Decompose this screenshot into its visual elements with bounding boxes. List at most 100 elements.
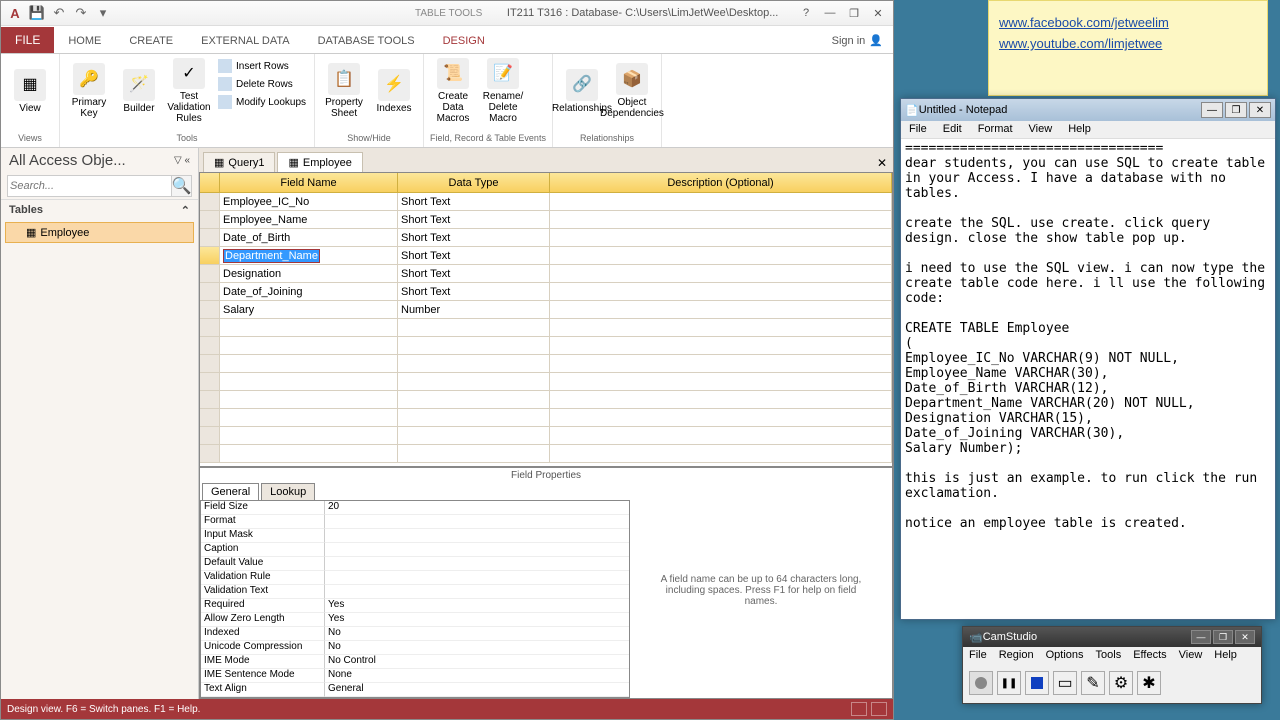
row-selector[interactable] <box>200 193 220 210</box>
create-tab[interactable]: CREATE <box>115 29 187 53</box>
design-tab[interactable]: DESIGN <box>429 29 499 53</box>
field-name-cell[interactable] <box>220 445 398 462</box>
notepad-maximize[interactable]: ❐ <box>1225 102 1247 118</box>
row-selector[interactable] <box>200 391 220 408</box>
property-row[interactable]: Validation Text <box>201 585 629 599</box>
property-row[interactable]: RequiredYes <box>201 599 629 613</box>
description-cell[interactable] <box>550 409 892 426</box>
search-button[interactable]: 🔍 <box>172 175 192 197</box>
youtube-link[interactable]: www.youtube.com/limjetwee <box>999 36 1257 51</box>
cs-region-menu[interactable]: Region <box>993 647 1040 665</box>
property-value[interactable] <box>325 585 629 599</box>
query1-tab[interactable]: ▦Query1 <box>203 152 275 172</box>
swf-button[interactable]: ✱ <box>1137 671 1161 695</box>
datasheet-view-icon[interactable] <box>851 702 867 716</box>
property-row[interactable]: IndexedNo <box>201 627 629 641</box>
rename-delete-macro-button[interactable]: 📝Rename/ Delete Macro <box>480 58 526 124</box>
notepad-title-bar[interactable]: 📄 Untitled - Notepad — ❐ ✕ <box>901 99 1275 121</box>
delete-rows-button[interactable]: Delete Rows <box>216 76 308 92</box>
relationships-button[interactable]: 🔗Relationships <box>559 58 605 124</box>
property-value[interactable] <box>325 571 629 585</box>
cs-close[interactable]: ✕ <box>1235 630 1255 644</box>
property-value[interactable]: None <box>325 669 629 683</box>
property-row[interactable]: IME ModeNo Control <box>201 655 629 669</box>
pause-button[interactable] <box>997 671 1021 695</box>
camstudio-title-bar[interactable]: 📹 CamStudio — ❐ ✕ <box>963 627 1261 647</box>
row-selector[interactable] <box>200 211 220 228</box>
property-row[interactable]: IME Sentence ModeNone <box>201 669 629 683</box>
design-view-icon[interactable] <box>871 702 887 716</box>
field-name-cell[interactable] <box>220 409 398 426</box>
toggle-view-button[interactable]: ▭ <box>1053 671 1077 695</box>
data-type-cell[interactable]: Short Text <box>398 283 550 300</box>
description-cell[interactable] <box>550 319 892 336</box>
property-value[interactable]: Yes <box>325 613 629 627</box>
row-selector[interactable] <box>200 445 220 462</box>
table-row[interactable] <box>200 337 892 355</box>
field-name-cell[interactable] <box>220 319 398 336</box>
row-selector[interactable] <box>200 265 220 282</box>
table-row[interactable]: Date_of_Birth Short Text <box>200 229 892 247</box>
field-name-cell[interactable]: Salary <box>220 301 398 318</box>
data-type-header[interactable]: Data Type <box>398 173 550 192</box>
property-value[interactable] <box>325 557 629 571</box>
property-value[interactable]: No <box>325 627 629 641</box>
table-row[interactable] <box>200 409 892 427</box>
file-tab[interactable]: FILE <box>1 27 54 53</box>
field-name-cell[interactable]: Date_of_Birth <box>220 229 398 246</box>
insert-rows-button[interactable]: Insert Rows <box>216 58 308 74</box>
row-selector[interactable] <box>200 319 220 336</box>
description-header[interactable]: Description (Optional) <box>550 173 892 192</box>
property-row[interactable]: Text AlignGeneral <box>201 683 629 697</box>
property-row[interactable]: Validation Rule <box>201 571 629 585</box>
cs-help-menu[interactable]: Help <box>1208 647 1243 665</box>
close-tab-button[interactable]: ✕ <box>871 154 893 172</box>
notepad-text-area[interactable]: ================================= dear s… <box>901 139 1275 619</box>
field-name-cell[interactable] <box>220 427 398 444</box>
data-type-cell[interactable]: Short Text <box>398 247 550 264</box>
description-cell[interactable] <box>550 427 892 444</box>
database-tools-tab[interactable]: DATABASE TOOLS <box>304 29 429 53</box>
property-value[interactable]: Yes <box>325 599 629 613</box>
field-name-cell[interactable]: Date_of_Joining <box>220 283 398 300</box>
row-selector[interactable] <box>200 229 220 246</box>
data-type-cell[interactable] <box>398 427 550 444</box>
undo-button[interactable]: ↶ <box>49 3 69 23</box>
data-type-cell[interactable]: Short Text <box>398 211 550 228</box>
search-input[interactable] <box>7 175 172 197</box>
data-type-cell[interactable] <box>398 337 550 354</box>
cs-minimize[interactable]: — <box>1191 630 1211 644</box>
row-selector[interactable] <box>200 409 220 426</box>
field-name-cell[interactable]: Designation <box>220 265 398 282</box>
object-dependencies-button[interactable]: 📦Object Dependencies <box>609 58 655 124</box>
primary-key-button[interactable]: 🔑Primary Key <box>66 58 112 124</box>
field-name-cell[interactable] <box>220 355 398 372</box>
property-row[interactable]: Caption <box>201 543 629 557</box>
annotations-button[interactable]: ✎ <box>1081 671 1105 695</box>
row-selector[interactable] <box>200 355 220 372</box>
cs-file-menu[interactable]: File <box>963 647 993 665</box>
description-cell[interactable] <box>550 355 892 372</box>
create-data-macros-button[interactable]: 📜Create Data Macros <box>430 58 476 124</box>
save-button[interactable]: 💾 <box>27 3 47 23</box>
field-name-cell[interactable] <box>220 373 398 390</box>
settings-button[interactable]: ⚙ <box>1109 671 1133 695</box>
row-selector[interactable] <box>200 247 220 264</box>
description-cell[interactable] <box>550 301 892 318</box>
table-row[interactable]: Salary Number <box>200 301 892 319</box>
row-selector[interactable] <box>200 373 220 390</box>
row-selector[interactable] <box>200 301 220 318</box>
property-sheet-button[interactable]: 📋Property Sheet <box>321 58 367 124</box>
indexes-button[interactable]: ⚡Indexes <box>371 58 417 124</box>
cs-effects-menu[interactable]: Effects <box>1127 647 1172 665</box>
field-name-cell[interactable]: Department_Name <box>220 247 398 264</box>
table-row[interactable]: Designation Short Text <box>200 265 892 283</box>
row-selector[interactable] <box>200 337 220 354</box>
np-format-menu[interactable]: Format <box>970 121 1021 138</box>
general-tab[interactable]: General <box>202 483 259 500</box>
minimize-button[interactable]: — <box>819 4 841 22</box>
qat-dropdown[interactable]: ▾ <box>93 3 113 23</box>
field-name-cell[interactable]: Employee_Name <box>220 211 398 228</box>
data-type-cell[interactable] <box>398 319 550 336</box>
np-view-menu[interactable]: View <box>1021 121 1061 138</box>
